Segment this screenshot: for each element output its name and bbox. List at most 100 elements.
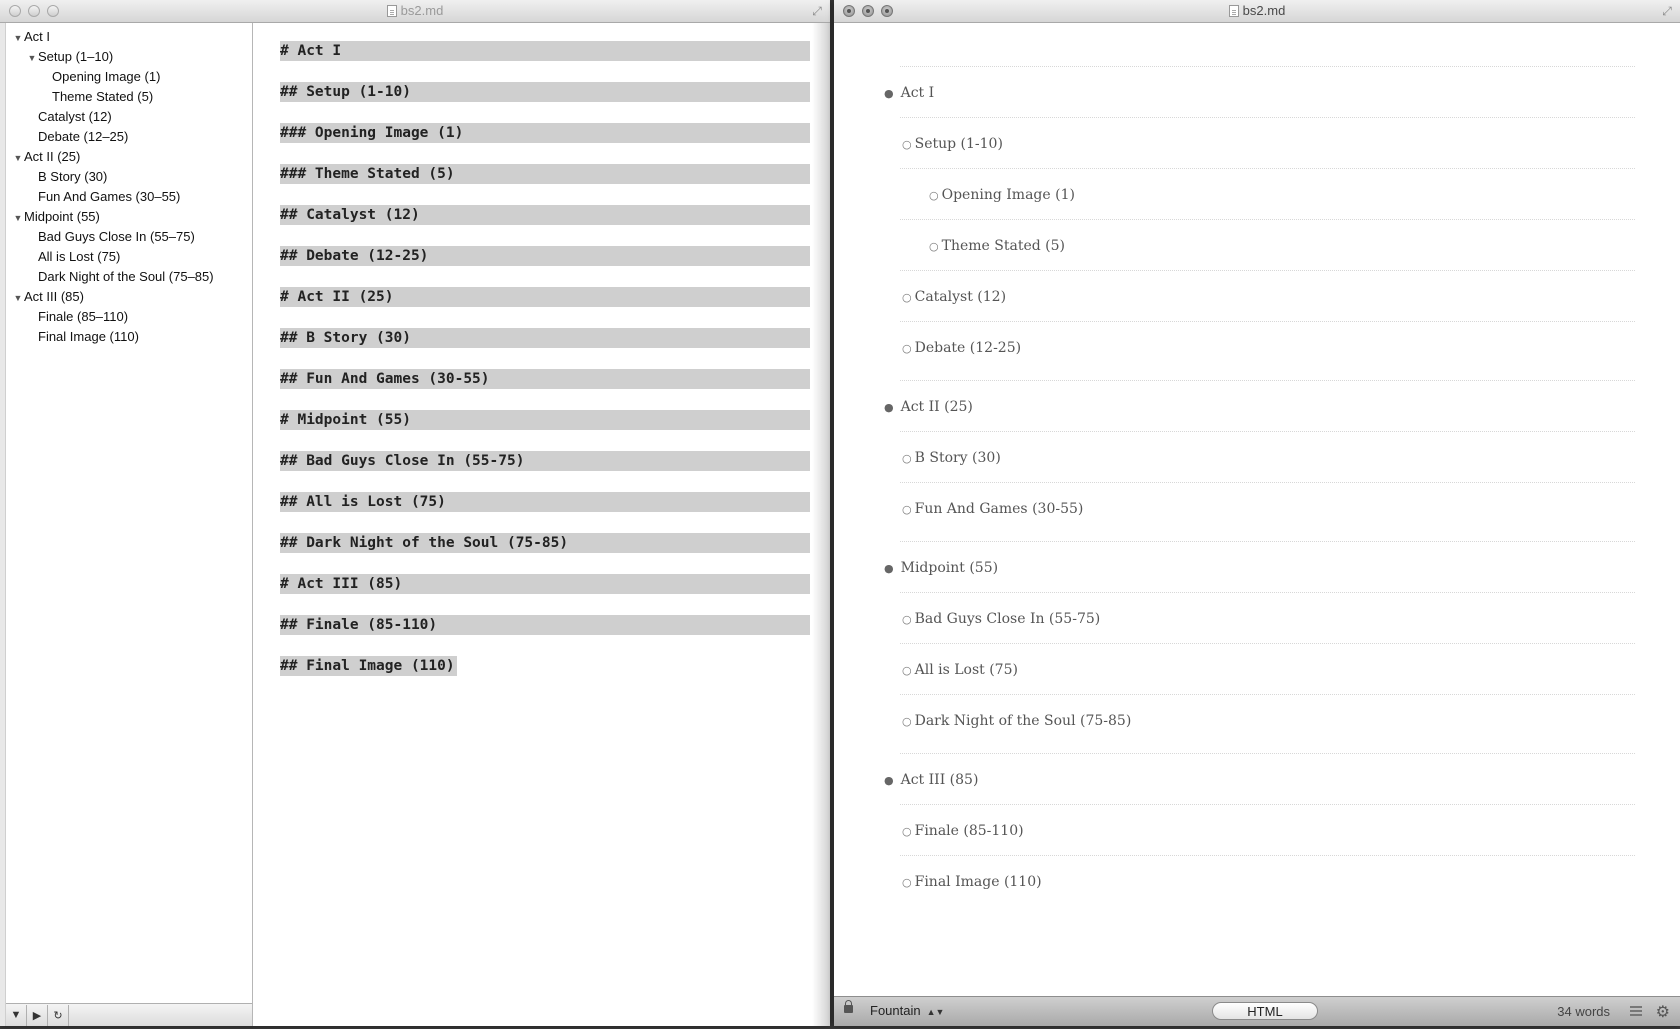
outline-item[interactable]: ▼ Act II (25) [6, 147, 252, 167]
outline-item[interactable]: Theme Stated (5) [6, 87, 252, 107]
lock-icon[interactable] [844, 1000, 853, 1013]
outline-item-label: Bad Guys Close In (55–75) [38, 229, 195, 244]
markdown-heading-line[interactable]: ## Finale (85-110) [280, 615, 810, 635]
preview-list-item: ● Act I [884, 85, 934, 101]
outline-item[interactable]: Debate (12–25) [6, 127, 252, 147]
preview-list-item: ○ Opening Image (1) [929, 187, 1075, 203]
mode-select[interactable]: Fountain ▲▼ [870, 1003, 944, 1018]
hollow-bullet-icon: ○ [902, 664, 912, 677]
html-preview[interactable]: ● Act I ○ Setup (1-10) ○ Opening Image (1) ○ Th… [834, 23, 1680, 996]
preview-list-item: ○ All is Lost (75) [902, 662, 1018, 678]
markdown-heading-line[interactable]: ## B Story (30) [280, 328, 810, 348]
markdown-heading-line[interactable]: ## Debate (12-25) [280, 246, 810, 266]
preview-item-label: Final Image (110) [914, 874, 1042, 890]
preview-item-label: B Story (30) [914, 450, 1001, 466]
item-divider [900, 592, 1635, 593]
fullscreen-icon[interactable]: ⤢ [1660, 4, 1674, 18]
outline-item[interactable]: Catalyst (12) [6, 107, 252, 127]
outline-item-label: Dark Night of the Soul (75–85) [38, 269, 214, 284]
markdown-heading-line[interactable]: ### Opening Image (1) [280, 123, 810, 143]
hollow-bullet-icon: ○ [902, 876, 912, 889]
item-divider [900, 753, 1635, 754]
filled-bullet-icon: ● [884, 87, 894, 100]
disclosure-triangle-icon[interactable]: ▼ [12, 288, 24, 308]
markdown-heading-line[interactable]: ## Bad Guys Close In (55-75) [280, 451, 810, 471]
outline-item[interactable]: Fun And Games (30–55) [6, 187, 252, 207]
outline-item[interactable]: ▼ Setup (1–10) [6, 47, 252, 67]
titlebar[interactable]: bs2.md ⤢ [834, 0, 1680, 23]
outline-item[interactable]: Finale (85–110) [6, 307, 252, 327]
editor-window: bs2.md ⤢ ▼ Act I ▼ Setup (1–10) Opening Imag… [0, 0, 830, 1026]
outline-item[interactable]: All is Lost (75) [6, 247, 252, 267]
disclosure-triangle-icon[interactable]: ▼ [12, 208, 24, 228]
titlebar[interactable]: bs2.md ⤢ [0, 0, 830, 23]
preview-item-label: Bad Guys Close In (55-75) [914, 611, 1101, 627]
item-divider [900, 482, 1635, 483]
collapse-all-button[interactable]: ▼ [6, 1004, 27, 1026]
outline-item-label: Act I [24, 29, 51, 44]
markdown-heading-line[interactable]: ## All is Lost (75) [280, 492, 810, 512]
markdown-heading-line[interactable]: # Act II (25) [280, 287, 810, 307]
markdown-heading-line[interactable]: ## Catalyst (12) [280, 205, 810, 225]
item-divider [900, 321, 1635, 322]
outline-item[interactable]: Final Image (110) [6, 327, 252, 347]
html-button[interactable]: HTML [1212, 1002, 1318, 1020]
gear-icon[interactable]: ⚙ [1656, 1002, 1670, 1022]
hollow-bullet-icon: ○ [902, 138, 912, 151]
hollow-bullet-icon: ○ [929, 189, 939, 202]
markdown-heading-line[interactable]: ## Fun And Games (30-55) [280, 369, 810, 389]
preview-item-label: Opening Image (1) [941, 187, 1075, 203]
hollow-bullet-icon: ○ [902, 503, 912, 516]
list-icon[interactable] [1630, 1006, 1642, 1016]
select-arrows-icon: ▲▼ [926, 1007, 945, 1017]
outline-item-label: Midpoint (55) [24, 209, 100, 224]
item-divider [900, 219, 1635, 220]
outline-item-label: All is Lost (75) [38, 249, 121, 264]
preview-item-label: Dark Night of the Soul (75-85) [914, 713, 1132, 729]
preview-list-item: ○ Fun And Games (30-55) [902, 501, 1083, 517]
disclosure-triangle-icon[interactable]: ▼ [26, 48, 38, 68]
refresh-icon[interactable]: ↻ [48, 1004, 69, 1026]
outline-item-label: Act II (25) [24, 149, 81, 164]
outline-item[interactable]: B Story (30) [6, 167, 252, 187]
filled-bullet-icon: ● [884, 401, 894, 414]
preview-list-item: ○ Catalyst (12) [902, 289, 1006, 305]
hollow-bullet-icon: ○ [902, 291, 912, 304]
outline-item[interactable]: Bad Guys Close In (55–75) [6, 227, 252, 247]
markdown-heading-line[interactable]: ### Theme Stated (5) [280, 164, 810, 184]
outline-item[interactable]: Opening Image (1) [6, 67, 252, 87]
preview-list-item: ● Act III (85) [884, 772, 978, 788]
item-divider [900, 117, 1635, 118]
markdown-heading-line[interactable]: # Act III (85) [280, 574, 810, 594]
item-divider [900, 804, 1635, 805]
preview-list-item: ○ Debate (12-25) [902, 340, 1021, 356]
markdown-heading-line[interactable]: ## Setup (1-10) [280, 82, 810, 102]
expand-all-button[interactable]: ▶ [27, 1004, 48, 1026]
preview-item-label: Act I [900, 85, 935, 101]
outline-item-label: Debate (12–25) [38, 129, 129, 144]
outline-item[interactable]: ▼ Act I [6, 27, 252, 47]
markdown-heading-line[interactable]: # Act I [280, 41, 810, 61]
outline-item[interactable]: ▼ Midpoint (55) [6, 207, 252, 227]
preview-item-label: Act III (85) [900, 772, 979, 788]
outline-item[interactable]: Dark Night of the Soul (75–85) [6, 267, 252, 287]
disclosure-triangle-icon[interactable]: ▼ [12, 28, 24, 48]
markdown-heading-line[interactable]: # Midpoint (55) [280, 410, 810, 430]
preview-item-label: Debate (12-25) [914, 340, 1022, 356]
markdown-heading-line[interactable]: ## Dark Night of the Soul (75-85) [280, 533, 810, 553]
outline-item[interactable]: ▼ Act III (85) [6, 287, 252, 307]
outline-item-label: Act III (85) [24, 289, 84, 304]
fullscreen-icon[interactable]: ⤢ [810, 4, 824, 18]
hollow-bullet-icon: ○ [902, 825, 912, 838]
filled-bullet-icon: ● [884, 562, 894, 575]
preview-item-label: Finale (85-110) [914, 823, 1024, 839]
disclosure-triangle-icon[interactable]: ▼ [12, 148, 24, 168]
markdown-editor[interactable]: # Act I ## Setup (1-10) ### Opening Image … [254, 23, 830, 1026]
outline-item-label: Final Image (110) [38, 329, 139, 344]
item-divider [900, 380, 1635, 381]
markdown-heading-line[interactable]: ## Final Image (110) [280, 656, 457, 676]
preview-list-item: ○ Theme Stated (5) [929, 238, 1065, 254]
preview-item-label: Fun And Games (30-55) [914, 501, 1084, 517]
item-divider [900, 66, 1635, 67]
outline-sidebar: ▼ Act I ▼ Setup (1–10) Opening Image (1) Them… [6, 23, 253, 1026]
